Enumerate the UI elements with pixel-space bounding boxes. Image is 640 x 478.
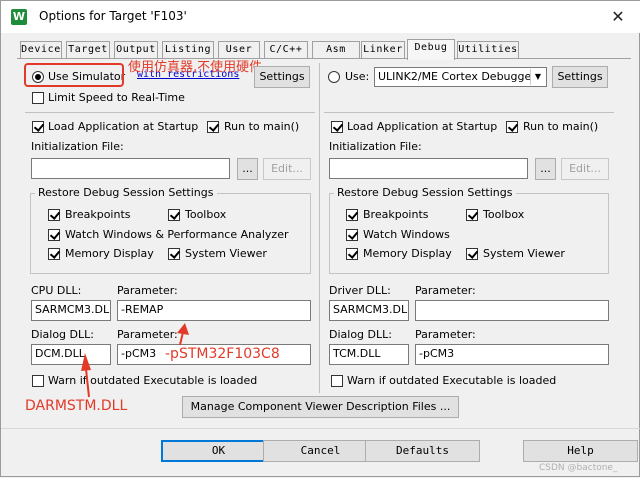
right-init-file-label: Initialization File: [329, 140, 422, 153]
right-toolbox-label: Toolbox [483, 208, 525, 221]
driver-dll-label: Driver DLL: [329, 284, 391, 297]
right-restore-title: Restore Debug Session Settings [334, 186, 516, 199]
right-dialog-param-input[interactable]: -pCM3 [415, 344, 609, 365]
right-breakpoints-checkbox[interactable] [346, 209, 358, 221]
driver-param-input[interactable] [415, 300, 609, 321]
use-debugger-label[interactable]: Use: [345, 70, 369, 83]
watermark: CSDN @bactone_ [539, 463, 618, 473]
right-browse-button[interactable]: ... [535, 158, 556, 180]
chevron-down-icon[interactable]: ▼ [530, 69, 545, 85]
footer-separator [1, 428, 640, 429]
right-run-to-main-label: Run to main() [523, 120, 599, 133]
right-memory-checkbox[interactable] [346, 248, 358, 260]
right-watch-label: Watch Windows [363, 228, 450, 241]
right-load-app-label: Load Application at Startup [347, 120, 498, 133]
right-load-app-checkbox[interactable] [331, 121, 343, 133]
tab-debug[interactable]: Debug [407, 39, 455, 60]
defaults-button[interactable]: Defaults [365, 440, 480, 462]
cancel-button[interactable]: Cancel [263, 440, 378, 462]
driver-param-label: Parameter: [415, 284, 476, 297]
right-run-to-main-checkbox[interactable] [506, 121, 518, 133]
right-watch-checkbox[interactable] [346, 229, 358, 241]
right-system-viewer-checkbox[interactable] [466, 248, 478, 260]
right-separator [324, 112, 614, 113]
right-warn-label: Warn if outdated Executable is loaded [347, 374, 557, 387]
right-breakpoints-label: Breakpoints [363, 208, 429, 221]
manage-component-viewer-button[interactable]: Manage Component Viewer Description File… [182, 396, 459, 418]
right-system-viewer-label: System Viewer [483, 247, 565, 260]
options-dialog: W Options for Target 'F103' ✕ Device Tar… [0, 0, 640, 477]
right-dialog-dll-input[interactable]: TCM.DLL [329, 344, 409, 365]
use-debugger-radio[interactable] [328, 71, 340, 83]
right-edit-button: Edit... [561, 158, 609, 180]
right-dialog-param-label: Parameter: [415, 328, 476, 341]
right-memory-label: Memory Display [363, 247, 452, 260]
ok-button[interactable]: OK [161, 440, 276, 462]
help-button[interactable]: Help [523, 440, 638, 462]
right-warn-checkbox[interactable] [331, 375, 343, 387]
right-init-file-input[interactable] [329, 158, 528, 179]
debugger-select[interactable]: ULINK2/ME Cortex Debugger [374, 67, 547, 87]
right-dialog-dll-label: Dialog DLL: [329, 328, 392, 341]
driver-dll-input[interactable]: SARMCM3.DLL [329, 300, 409, 321]
right-settings-button[interactable]: Settings [552, 66, 608, 88]
right-toolbox-checkbox[interactable] [466, 209, 478, 221]
